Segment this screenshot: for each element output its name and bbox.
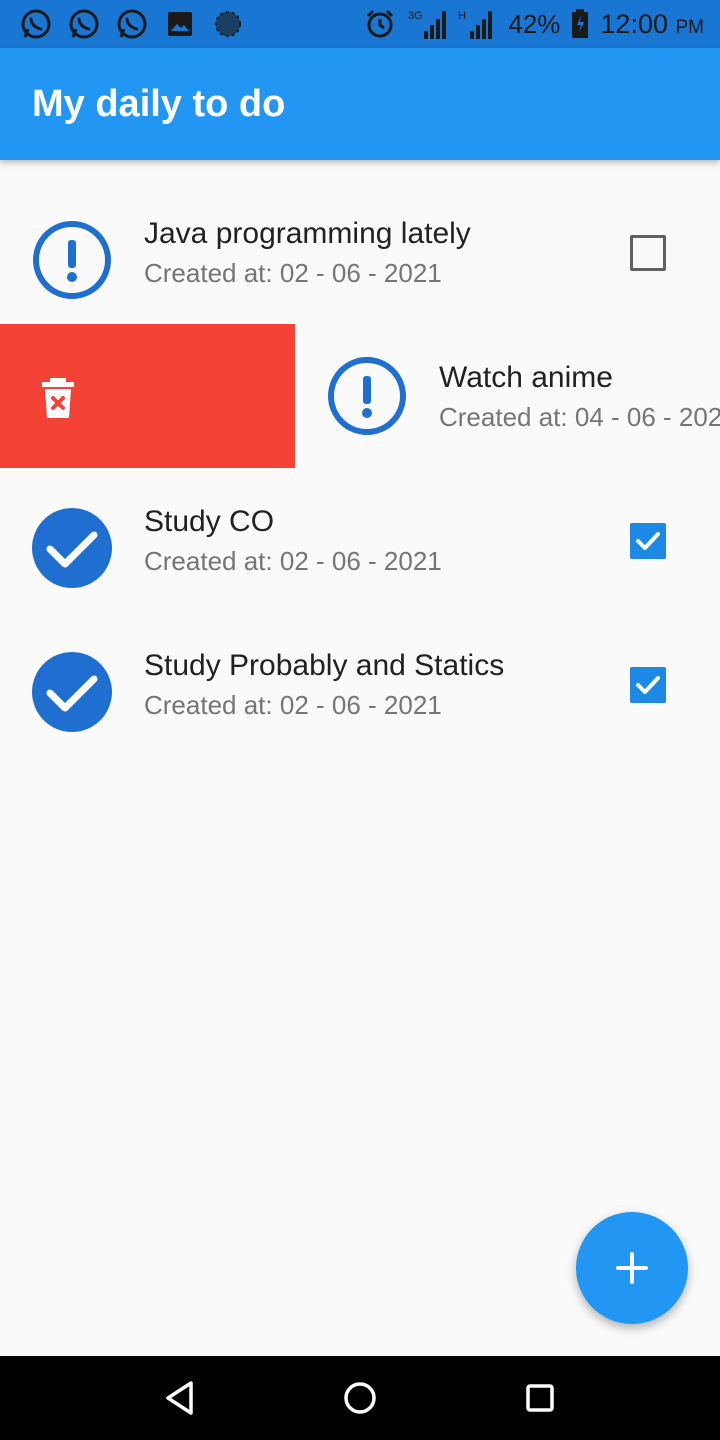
battery-icon (570, 6, 590, 42)
list-item[interactable]: Study CO Created at: 02 - 06 - 2021 (0, 468, 720, 612)
network-label-h: H (458, 10, 466, 22)
home-button[interactable] (340, 1378, 380, 1418)
add-todo-button[interactable] (576, 1212, 688, 1324)
check-circle-icon (32, 652, 112, 732)
list-item[interactable]: Java programming lately Created at: 02 -… (0, 180, 720, 324)
list-item[interactable]: Study Probably and Statics Created at: 0… (0, 612, 720, 756)
exclamation-circle-icon (328, 357, 406, 435)
status-bar: 3G H 42% 12:00 PM (0, 0, 720, 48)
check-icon (636, 676, 660, 694)
sync-icon (210, 6, 246, 42)
check-circle-icon (32, 508, 112, 588)
whatsapp-icon (114, 6, 150, 42)
battery-percent: 42% (508, 8, 561, 39)
signal-3g-icon: 3G (408, 6, 448, 42)
image-icon (162, 6, 198, 42)
navigation-bar (0, 1356, 720, 1440)
clock: 12:00 PM (600, 9, 704, 40)
clock-time: 12:00 (600, 8, 668, 39)
list-item-swiped[interactable]: Watch anime Created at: 04 - 06 - 2021 (0, 324, 720, 468)
trash-icon[interactable] (40, 378, 76, 418)
app-bar: My daily to do (0, 48, 720, 160)
whatsapp-icon (18, 6, 54, 42)
home-circle-icon (344, 1382, 376, 1414)
done-checkbox[interactable] (630, 667, 666, 703)
clock-ampm: PM (675, 16, 705, 38)
page-title: My daily to do (32, 83, 286, 125)
recents-button[interactable] (520, 1378, 560, 1418)
done-checkbox[interactable] (630, 235, 666, 271)
exclamation-circle-icon (33, 221, 111, 299)
back-triangle-icon (166, 1381, 193, 1415)
todo-title: Java programming lately (144, 217, 471, 250)
todo-created-date: Created at: 04 - 06 - 2021 (439, 402, 720, 432)
todo-title: Study Probably and Statics (144, 649, 505, 682)
todo-title: Watch anime (439, 361, 613, 394)
todo-created-date: Created at: 02 - 06 - 2021 (144, 546, 442, 576)
alarm-icon (362, 6, 398, 42)
todo-created-date: Created at: 02 - 06 - 2021 (144, 690, 442, 720)
todo-title: Study CO (144, 505, 275, 538)
whatsapp-icon (66, 6, 102, 42)
delete-background[interactable] (0, 324, 295, 468)
back-button[interactable] (160, 1378, 200, 1418)
done-checkbox[interactable] (630, 523, 666, 559)
recents-square-icon (526, 1384, 554, 1412)
todo-created-date: Created at: 02 - 06 - 2021 (144, 258, 442, 288)
check-icon (636, 532, 660, 550)
signal-h-icon: H (458, 6, 498, 42)
network-label-3g: 3G (408, 10, 423, 22)
plus-icon (616, 1252, 648, 1284)
